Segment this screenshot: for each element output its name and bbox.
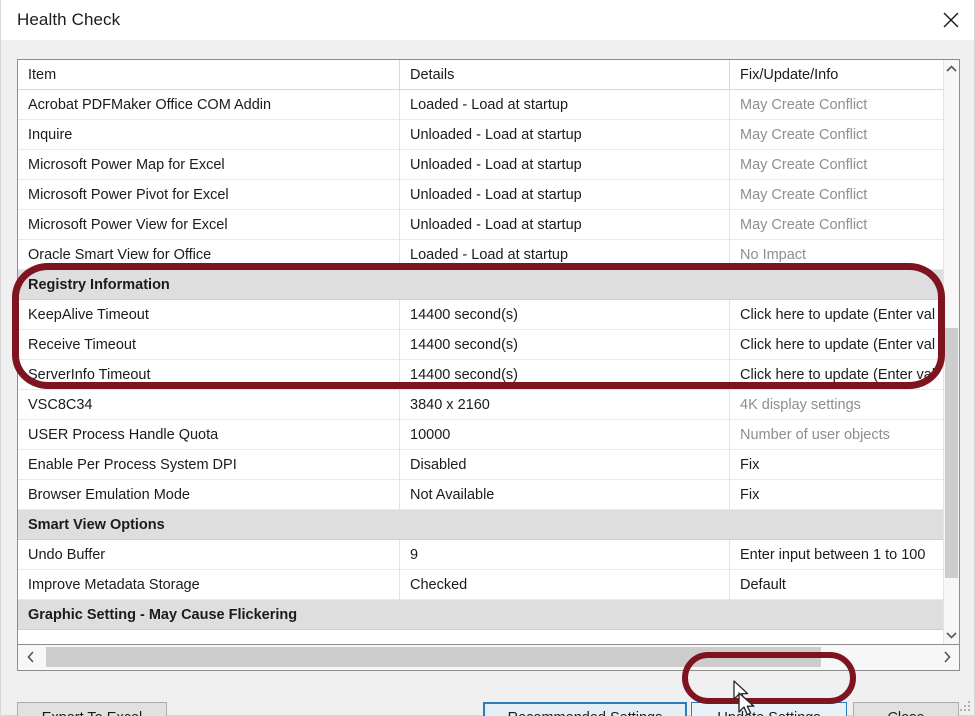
cell-item: ServerInfo Timeout (28, 367, 151, 383)
table-row[interactable]: Improve Metadata Storage Checked Default (18, 570, 944, 600)
cell-item: Undo Buffer (28, 547, 106, 563)
column-header-details[interactable]: Details (399, 60, 729, 90)
column-header-fix[interactable]: Fix/Update/Info (729, 60, 944, 90)
chevron-down-icon (946, 632, 957, 639)
cell-item: Microsoft Power Pivot for Excel (28, 187, 229, 203)
title-bar: Health Check (1, 0, 974, 41)
close-button[interactable]: Close (853, 702, 959, 716)
cell-fix-update-info: May Create Conflict (729, 120, 944, 150)
vertical-scroll-thumb[interactable] (945, 328, 958, 578)
window-title: Health Check (17, 10, 121, 29)
table-row[interactable]: Undo Buffer 9 Enter input between 1 to 100 (18, 540, 944, 570)
update-settings-button[interactable]: Update Settings (691, 702, 847, 716)
cell-details: Loaded - Load at startup (399, 240, 729, 270)
table-row[interactable]: Oracle Smart View for Office Loaded - Loa… (18, 240, 944, 270)
chevron-right-icon (943, 651, 951, 663)
cell-fix-update-info: No Impact (729, 240, 944, 270)
section-label: Graphic Setting - May Cause Flickering (28, 607, 298, 623)
cell-fix-update-info[interactable]: Click here to update (Enter val (729, 360, 944, 390)
cell-fix-update-info[interactable]: Enter input between 1 to 100 (729, 540, 944, 570)
table-row[interactable]: Microsoft Power Pivot for Excel Unloaded … (18, 180, 944, 210)
cell-fix-update-info: 4K display settings (729, 390, 944, 420)
cell-details: Disabled (399, 450, 729, 480)
cell-details: Unloaded - Load at startup (399, 180, 729, 210)
cell-fix-update-info[interactable]: Click here to update (Enter val (729, 300, 944, 330)
table-row[interactable]: Microsoft Power Map for Excel Unloaded - … (18, 150, 944, 180)
table-row[interactable]: VSC8C34 3840 x 2160 4K display settings (18, 390, 944, 420)
cell-fix-update-info: Number of user objects (729, 420, 944, 450)
cell-item: Enable Per Process System DPI (28, 457, 237, 473)
cell-fix-update-info[interactable]: Default (729, 570, 944, 600)
resize-grip[interactable] (958, 699, 970, 711)
close-icon (943, 12, 959, 27)
grid-section-row: Graphic Setting - May Cause Flickering (18, 600, 944, 630)
cell-details: Checked (399, 570, 729, 600)
cell-fix-update-info: May Create Conflict (729, 150, 944, 180)
column-header-item[interactable]: Item (18, 60, 399, 90)
cell-item: Microsoft Power Map for Excel (28, 157, 225, 173)
table-row[interactable]: Browser Emulation Mode Not Available Fix (18, 480, 944, 510)
grid-rows-container: Item Details Fix/Update/Info Acrobat PDFMak… (18, 60, 944, 644)
scroll-down-button[interactable] (944, 626, 959, 644)
table-row[interactable]: ServerInfo Timeout 14400 second(s) Click h… (18, 360, 944, 390)
grid-vertical-scrollbar[interactable] (943, 60, 959, 644)
cell-details: Unloaded - Load at startup (399, 150, 729, 180)
health-check-grid: Item Details Fix/Update/Info Acrobat PDFMak… (17, 59, 960, 645)
grid-section-row: Smart View Options (18, 510, 944, 540)
scroll-right-button[interactable] (934, 645, 959, 669)
table-row[interactable]: Receive Timeout 14400 second(s) Click here… (18, 330, 944, 360)
dialog-body: Item Details Fix/Update/Info Acrobat PDFMak… (1, 40, 974, 716)
cell-item: Microsoft Power View for Excel (28, 217, 228, 233)
section-label: Smart View Options (28, 517, 165, 533)
cell-item: Receive Timeout (28, 337, 136, 353)
table-row[interactable]: Acrobat PDFMaker Office COM Addin Loaded … (18, 90, 944, 120)
cell-details: 14400 second(s) (399, 300, 729, 330)
section-label: Registry Information (28, 277, 170, 293)
cell-item: Inquire (28, 127, 73, 143)
grid-horizontal-scrollbar[interactable] (17, 645, 960, 671)
cell-fix-update-info[interactable]: Fix (729, 480, 944, 510)
horizontal-scroll-thumb[interactable] (46, 647, 821, 667)
cell-fix-update-info: May Create Conflict (729, 90, 944, 120)
recommended-settings-button[interactable]: Recommended Settings (483, 702, 687, 716)
health-check-window: Health Check Item Details Fix/Update/Info A… (0, 0, 975, 716)
cell-details: Loaded - Load at startup (399, 90, 729, 120)
scroll-up-button[interactable] (944, 60, 959, 78)
cell-details: Not Available (399, 480, 729, 510)
cell-fix-update-info[interactable]: Fix (729, 450, 944, 480)
cell-details: 3840 x 2160 (399, 390, 729, 420)
grid-header-row: Item Details Fix/Update/Info (18, 60, 944, 90)
table-row[interactable]: Inquire Unloaded - Load at startup May Cre… (18, 120, 944, 150)
cell-item: Acrobat PDFMaker Office COM Addin (28, 97, 272, 113)
scroll-left-button[interactable] (18, 645, 43, 669)
table-row[interactable]: KeepAlive Timeout 14400 second(s) Click he… (18, 300, 944, 330)
cell-fix-update-info: May Create Conflict (729, 180, 944, 210)
chevron-left-icon (26, 651, 34, 663)
table-row[interactable]: Microsoft Power View for Excel Unloaded -… (18, 210, 944, 240)
table-row[interactable]: Enable Per Process System DPI Disabled Fix (18, 450, 944, 480)
window-close-button[interactable] (928, 0, 974, 39)
grid-section-row: Registry Information (18, 270, 944, 300)
cell-details: 9 (399, 540, 729, 570)
chevron-up-icon (946, 65, 957, 72)
cell-item: USER Process Handle Quota (28, 427, 219, 443)
cell-fix-update-info: May Create Conflict (729, 210, 944, 240)
cell-item: Browser Emulation Mode (28, 487, 190, 503)
cell-fix-update-info[interactable]: Click here to update (Enter val (729, 330, 944, 360)
export-to-excel-button[interactable]: Export To Excel (17, 702, 167, 716)
cell-details: 14400 second(s) (399, 360, 729, 390)
table-row[interactable]: USER Process Handle Quota 10000 Number of … (18, 420, 944, 450)
cell-details: 14400 second(s) (399, 330, 729, 360)
cell-item: Oracle Smart View for Office (28, 247, 212, 263)
cell-item: Improve Metadata Storage (28, 577, 200, 593)
cell-details: 10000 (399, 420, 729, 450)
cell-details: Unloaded - Load at startup (399, 210, 729, 240)
cell-item: VSC8C34 (28, 397, 93, 413)
cell-details: Unloaded - Load at startup (399, 120, 729, 150)
cell-item: KeepAlive Timeout (28, 307, 149, 323)
